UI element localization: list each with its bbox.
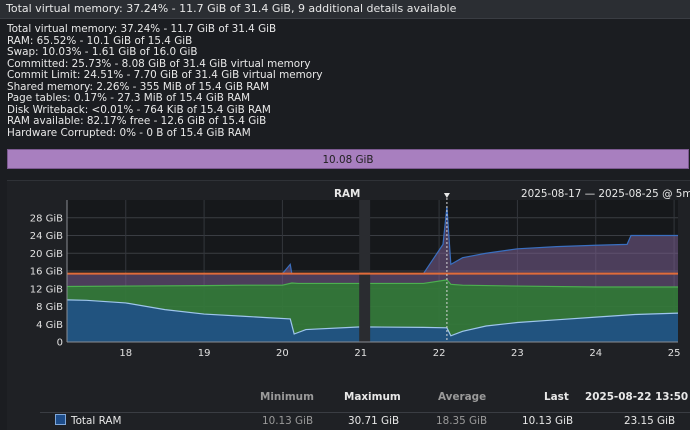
details-list: Total virtual memory: 37.24% - 11.7 GiB … xyxy=(7,23,323,139)
chart-time-range: 2025-08-17 — 2025-08-25 @ 5m xyxy=(521,188,690,200)
y-tick-label: 20 GiB xyxy=(30,249,63,260)
y-tick-label: 12 GiB xyxy=(30,284,63,295)
stats-header-maximum: Maximum xyxy=(344,391,401,403)
data-gap xyxy=(359,200,371,342)
x-tick-label: 20 xyxy=(276,348,289,359)
detail-page-tables: Page tables: 0.17% - 27.3 MiB of 15.4 Gi… xyxy=(7,92,251,104)
stat-average: 18.35 GiB xyxy=(436,415,488,427)
hover-cursor-marker xyxy=(443,193,450,198)
stat-last: 10.13 GiB xyxy=(522,415,574,427)
y-tick-label: 8 GiB xyxy=(36,302,63,313)
chart-title: RAM xyxy=(334,188,361,200)
stats-header-last: Last xyxy=(544,391,569,403)
legend-swatch xyxy=(55,414,66,425)
x-tick-label: 23 xyxy=(511,348,524,359)
stats-header-average: Average xyxy=(438,391,487,403)
detail-commit-limit: Commit Limit: 24.51% - 7.70 GiB of 31.4 … xyxy=(7,69,323,81)
ram-perfometer-label: 10.08 GiB xyxy=(322,154,374,166)
y-tick-label: 4 GiB xyxy=(36,320,63,331)
y-tick-label: 0 xyxy=(57,338,63,349)
y-tick-label: 28 GiB xyxy=(30,213,63,224)
stat-minimum: 10.13 GiB xyxy=(262,415,314,427)
detail-swap: Swap: 10.03% - 1.61 GiB of 16.0 GiB xyxy=(7,46,198,58)
ram-perfometer: 10.08 GiB xyxy=(7,149,689,169)
x-tick-label: 21 xyxy=(354,348,367,359)
stats-header-hover-time: 2025-08-22 13:50 xyxy=(585,391,689,403)
x-tick-label: 19 xyxy=(198,348,211,359)
stat-at-hover: 23.15 GiB xyxy=(624,415,676,427)
detail-hardware-corrupted: Hardware Corrupted: 0% - 0 B of 15.4 GiB… xyxy=(7,126,251,139)
x-tick-label: 22 xyxy=(433,348,446,359)
y-tick-label: 24 GiB xyxy=(30,231,63,242)
legend-series-name: Total RAM xyxy=(71,415,122,427)
service-summary: Total virtual memory: 37.24% - 11.7 GiB … xyxy=(6,2,457,15)
x-tick-label: 24 xyxy=(589,348,602,359)
detail-total-virtual-memory: Total virtual memory: 37.24% - 11.7 GiB … xyxy=(7,23,277,35)
y-tick-label: 16 GiB xyxy=(30,267,63,278)
x-tick-label: 25 xyxy=(668,348,681,359)
stats-header-minimum: Minimum xyxy=(260,391,314,403)
stat-maximum: 30.71 GiB xyxy=(348,415,400,427)
detail-ram-available: RAM available: 82.17% free - 12.6 GiB of… xyxy=(7,115,267,127)
x-tick-label: 18 xyxy=(119,348,132,359)
